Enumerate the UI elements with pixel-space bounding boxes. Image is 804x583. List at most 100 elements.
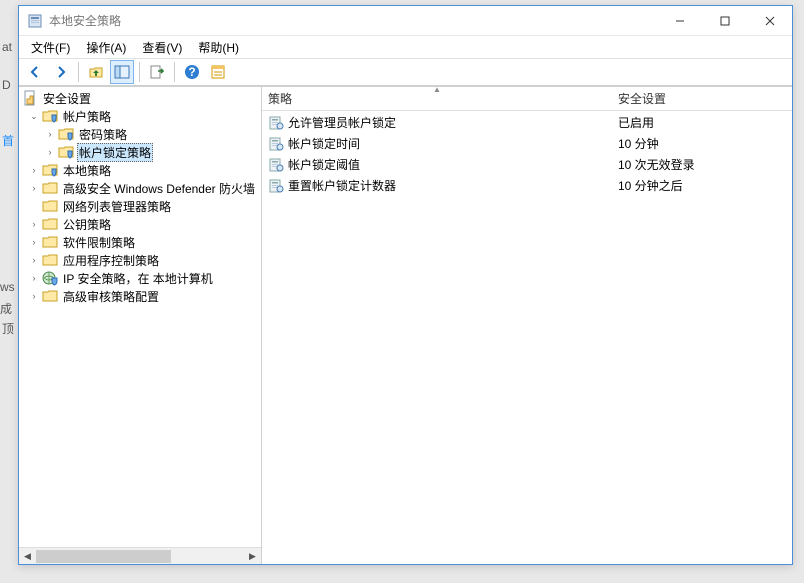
tree-node-security-settings[interactable]: 安全设置 bbox=[19, 89, 261, 107]
tree-node-software-restriction[interactable]: › 软件限制策略 bbox=[19, 233, 261, 251]
back-button[interactable] bbox=[23, 60, 47, 84]
folder-shield-icon bbox=[58, 144, 74, 160]
folder-icon bbox=[42, 180, 58, 196]
policy-item-icon bbox=[268, 178, 284, 194]
policy-name: 帐户锁定阈值 bbox=[288, 156, 360, 173]
list-row[interactable]: 帐户锁定时间 10 分钟 bbox=[262, 133, 792, 154]
show-hide-tree-button[interactable] bbox=[110, 60, 134, 84]
list-row[interactable]: 帐户锁定阈值 10 次无效登录 bbox=[262, 154, 792, 175]
tree-label: 应用程序控制策略 bbox=[61, 251, 161, 270]
column-label: 安全设置 bbox=[618, 90, 666, 107]
menu-help[interactable]: 帮助(H) bbox=[190, 37, 247, 58]
window-title: 本地安全策略 bbox=[49, 12, 657, 29]
policy-setting: 10 分钟之后 bbox=[618, 177, 683, 194]
expand-icon[interactable]: › bbox=[27, 217, 41, 231]
forward-button[interactable] bbox=[49, 60, 73, 84]
forward-arrow-icon bbox=[53, 64, 69, 80]
tree-label: 密码策略 bbox=[77, 125, 129, 144]
properties-button[interactable] bbox=[206, 60, 230, 84]
scroll-track[interactable] bbox=[36, 548, 244, 565]
policy-name: 允许管理员帐户锁定 bbox=[288, 114, 396, 131]
tree-label: 帐户策略 bbox=[61, 107, 113, 126]
globe-shield-icon bbox=[42, 270, 58, 286]
tree-node-public-key-policies[interactable]: › 公钥策略 bbox=[19, 215, 261, 233]
tree-hscrollbar[interactable]: ◀ ▶ bbox=[19, 547, 261, 564]
list-header: ▲ 策略 安全设置 bbox=[262, 87, 792, 111]
tree-node-account-lockout-policy[interactable]: › 帐户锁定策略 bbox=[19, 143, 261, 161]
policy-name: 帐户锁定时间 bbox=[288, 135, 360, 152]
bg-text: 顶 bbox=[2, 320, 14, 337]
expand-icon[interactable]: › bbox=[27, 163, 41, 177]
expand-icon[interactable]: › bbox=[43, 127, 57, 141]
expand-icon[interactable]: › bbox=[43, 145, 57, 159]
tree-node-password-policy[interactable]: › 密码策略 bbox=[19, 125, 261, 143]
folder-icon bbox=[42, 234, 58, 250]
folder-up-icon bbox=[88, 64, 104, 80]
close-icon bbox=[765, 16, 775, 26]
toolbar-separator bbox=[78, 62, 79, 82]
tree-label: 安全设置 bbox=[41, 89, 93, 108]
expand-icon[interactable]: › bbox=[27, 289, 41, 303]
tree-node-account-policies[interactable]: ⌄ 帐户策略 bbox=[19, 107, 261, 125]
menubar: 文件(F) 操作(A) 查看(V) 帮助(H) bbox=[19, 36, 792, 58]
tree-label: 帐户锁定策略 bbox=[77, 143, 153, 162]
tree-node-advanced-audit[interactable]: › 高级审核策略配置 bbox=[19, 287, 261, 305]
tree-node-network-list-manager[interactable]: › 网络列表管理器策略 bbox=[19, 197, 261, 215]
titlebar[interactable]: 本地安全策略 bbox=[19, 6, 792, 36]
tree-label: 高级安全 Windows Defender 防火墙 bbox=[61, 179, 257, 198]
list-row[interactable]: 允许管理员帐户锁定 已启用 bbox=[262, 112, 792, 133]
column-label: 策略 bbox=[268, 90, 292, 107]
maximize-button[interactable] bbox=[702, 6, 747, 36]
expand-icon[interactable]: › bbox=[27, 235, 41, 249]
tree-label: 高级审核策略配置 bbox=[61, 287, 161, 306]
tree-node-app-control[interactable]: › 应用程序控制策略 bbox=[19, 251, 261, 269]
help-button[interactable]: ? bbox=[180, 60, 204, 84]
help-icon: ? bbox=[184, 64, 200, 80]
bg-text: ws bbox=[0, 280, 15, 294]
tree-pane: 安全设置 ⌄ 帐户策略 › 密码策略 bbox=[19, 87, 262, 564]
tree[interactable]: 安全设置 ⌄ 帐户策略 › 密码策略 bbox=[19, 87, 261, 547]
folder-shield-icon bbox=[42, 108, 58, 124]
toolbar-separator bbox=[139, 62, 140, 82]
tree-node-local-policies[interactable]: › 本地策略 bbox=[19, 161, 261, 179]
sort-asc-icon: ▲ bbox=[433, 86, 441, 94]
folder-shield-icon bbox=[58, 126, 74, 142]
shield-doc-icon bbox=[22, 90, 38, 106]
menu-view[interactable]: 查看(V) bbox=[134, 37, 190, 58]
scroll-thumb[interactable] bbox=[36, 550, 171, 563]
folder-icon bbox=[42, 198, 58, 214]
svg-text:?: ? bbox=[188, 65, 195, 79]
expand-icon[interactable]: › bbox=[27, 253, 41, 267]
maximize-icon bbox=[720, 16, 730, 26]
collapse-icon[interactable]: ⌄ bbox=[27, 109, 41, 123]
column-header-policy[interactable]: ▲ 策略 bbox=[262, 87, 612, 110]
expand-icon[interactable]: › bbox=[27, 271, 41, 285]
close-button[interactable] bbox=[747, 6, 792, 36]
folder-icon bbox=[42, 216, 58, 232]
menu-action[interactable]: 操作(A) bbox=[78, 37, 134, 58]
secpol-window: 本地安全策略 文件(F) 操作(A) 查看(V) 帮助(H) bbox=[18, 5, 793, 565]
export-button[interactable] bbox=[145, 60, 169, 84]
policy-setting: 已启用 bbox=[618, 114, 654, 131]
tree-label: 软件限制策略 bbox=[61, 233, 137, 252]
list-row[interactable]: 重置帐户锁定计数器 10 分钟之后 bbox=[262, 175, 792, 196]
bg-text: D bbox=[2, 78, 11, 92]
tree-node-defender-firewall[interactable]: › 高级安全 Windows Defender 防火墙 bbox=[19, 179, 261, 197]
folder-shield-icon bbox=[42, 162, 58, 178]
folder-icon bbox=[42, 288, 58, 304]
folder-icon bbox=[42, 252, 58, 268]
policy-item-icon bbox=[268, 115, 284, 131]
menu-file[interactable]: 文件(F) bbox=[23, 37, 78, 58]
scroll-right-button[interactable]: ▶ bbox=[244, 548, 261, 565]
export-list-icon bbox=[149, 64, 165, 80]
minimize-button[interactable] bbox=[657, 6, 702, 36]
column-header-setting[interactable]: 安全设置 bbox=[612, 87, 792, 110]
scroll-left-button[interactable]: ◀ bbox=[19, 548, 36, 565]
up-button[interactable] bbox=[84, 60, 108, 84]
policy-setting: 10 次无效登录 bbox=[618, 156, 695, 173]
bg-text: 首 bbox=[2, 132, 14, 149]
expand-icon[interactable]: › bbox=[27, 181, 41, 195]
tree-label: 本地策略 bbox=[61, 161, 113, 180]
tree-node-ip-security[interactable]: › IP 安全策略，在 本地计算机 bbox=[19, 269, 261, 287]
list-body: 允许管理员帐户锁定 已启用 帐户锁定时间 10 分钟 bbox=[262, 111, 792, 564]
